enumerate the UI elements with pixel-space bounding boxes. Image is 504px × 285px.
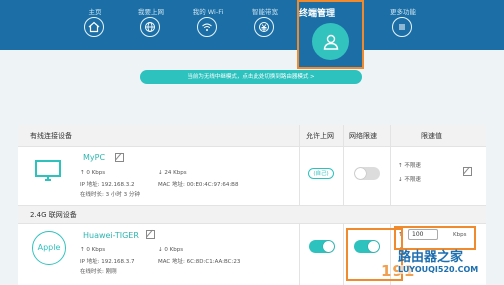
column-divider [343, 223, 344, 285]
column-divider [390, 125, 391, 205]
download-rate: ↓ 0 Kbps [158, 247, 184, 253]
upload-rate: ↑ 0 Kbps [80, 247, 106, 253]
nav-bandwidth[interactable]: 智能带宽 [240, 0, 290, 50]
self-badge: (自己) [308, 168, 334, 179]
section-24g: 2.4G 联网设备 [18, 205, 486, 224]
bandwidth-icon [254, 17, 274, 37]
download-rate: ↓ 24 Kbps [158, 170, 187, 176]
table-header: 有线连接设备 允许上网 网络限速 限速值 [18, 125, 486, 147]
mac-address: MAC 地址: 00:E0:4C:97:64:B8 [158, 182, 239, 188]
download-limit: ↓ 不限速 [398, 177, 421, 183]
online-time: 在线时长: 刚刚 [80, 269, 117, 275]
menu-icon [392, 17, 412, 37]
nav-more[interactable]: 更多功能 [378, 0, 428, 50]
wifi-icon [197, 17, 217, 37]
rate-limit-toggle[interactable] [354, 167, 380, 180]
edit-icon[interactable] [146, 230, 155, 239]
upload-limit: ↑ 不限速 [398, 163, 421, 169]
top-nav: 主页 我要上网 我的 Wi-Fi 智能带宽 更多功能 [0, 0, 504, 50]
globe-icon [140, 17, 160, 37]
nav-device-management[interactable]: 终端管理 [297, 0, 364, 69]
device-name: Huawei-TIGER [83, 231, 139, 240]
edit-limit-icon[interactable] [463, 167, 472, 176]
device-name: MyPC [83, 153, 106, 162]
allow-internet-toggle[interactable] [309, 240, 335, 253]
home-icon [84, 17, 104, 37]
col-rate-limit: 网络限速 [349, 132, 377, 140]
col-allow-internet: 允许上网 [306, 132, 334, 140]
mac-address: MAC 地址: 6C:8D:C1:AA:BC:23 [158, 259, 241, 265]
upload-rate: ↑ 0 Kbps [80, 170, 106, 176]
mode-switch-notice[interactable]: 当前为无线中继模式，点击此处切换到路由器模式 > [140, 70, 362, 84]
column-divider [299, 125, 300, 205]
watermark-url: LUYOUQI520.COM [398, 265, 479, 274]
apple-avatar-icon: Apple [32, 231, 66, 265]
nav-home[interactable]: 主页 [70, 0, 120, 50]
column-divider [343, 125, 344, 205]
online-time: 在线时长: 3 小时 3 分钟 [80, 192, 140, 198]
column-divider [299, 223, 300, 285]
user-icon [312, 23, 349, 60]
nav-wifi[interactable]: 我的 Wi-Fi [183, 0, 233, 50]
monitor-icon [34, 159, 62, 187]
ip-address: IP 地址: 192.168.3.2 [80, 182, 135, 188]
watermark-text: 路由器之家 [398, 250, 464, 265]
col-limit-value: 限速值 [421, 132, 442, 140]
edit-icon[interactable] [115, 153, 124, 162]
col-wired-devices: 有线连接设备 [30, 132, 72, 140]
ip-address: IP 地址: 192.168.3.7 [80, 259, 135, 265]
nav-internet[interactable]: 我要上网 [126, 0, 176, 50]
